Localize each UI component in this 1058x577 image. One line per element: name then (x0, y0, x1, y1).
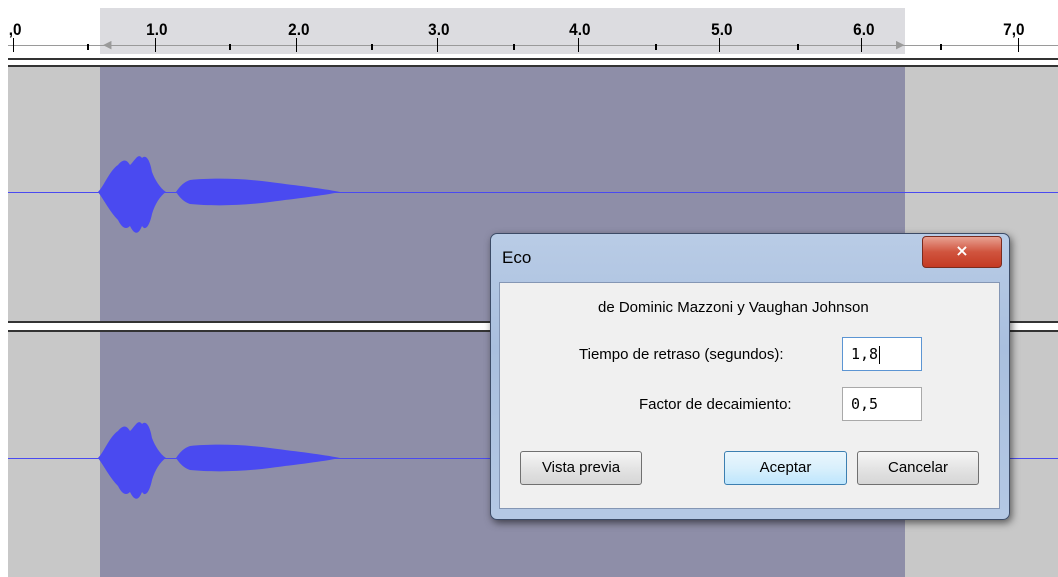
text-caret (879, 345, 881, 364)
delay-input[interactable]: 1,8 (842, 337, 922, 371)
dialog-body: de Dominic Mazzoni y Vaughan Johnson Tie… (499, 282, 1000, 509)
decay-input[interactable]: 0,5 (842, 387, 922, 421)
preview-button[interactable]: Vista previa (520, 451, 642, 485)
ok-button[interactable]: Aceptar (724, 451, 847, 485)
dialog-title: Eco (502, 248, 532, 267)
cancel-button[interactable]: Cancelar (857, 451, 979, 485)
close-icon[interactable]: × (922, 236, 1002, 268)
delay-label: Tiempo de retraso (segundos): (579, 346, 784, 363)
decay-value: 0,5 (851, 395, 879, 413)
decay-label: Factor de decaimiento: (639, 396, 792, 413)
credit-text: de Dominic Mazzoni y Vaughan Johnson (598, 299, 869, 316)
audio-editor: ◀ ▶ ,0 1.0 2.0 3.0 4.0 5.0 6.0 7,0 Eco ×… (0, 0, 1058, 577)
delay-value: 1,8 (851, 345, 879, 363)
echo-dialog: Eco × de Dominic Mazzoni y Vaughan Johns… (490, 233, 1010, 520)
